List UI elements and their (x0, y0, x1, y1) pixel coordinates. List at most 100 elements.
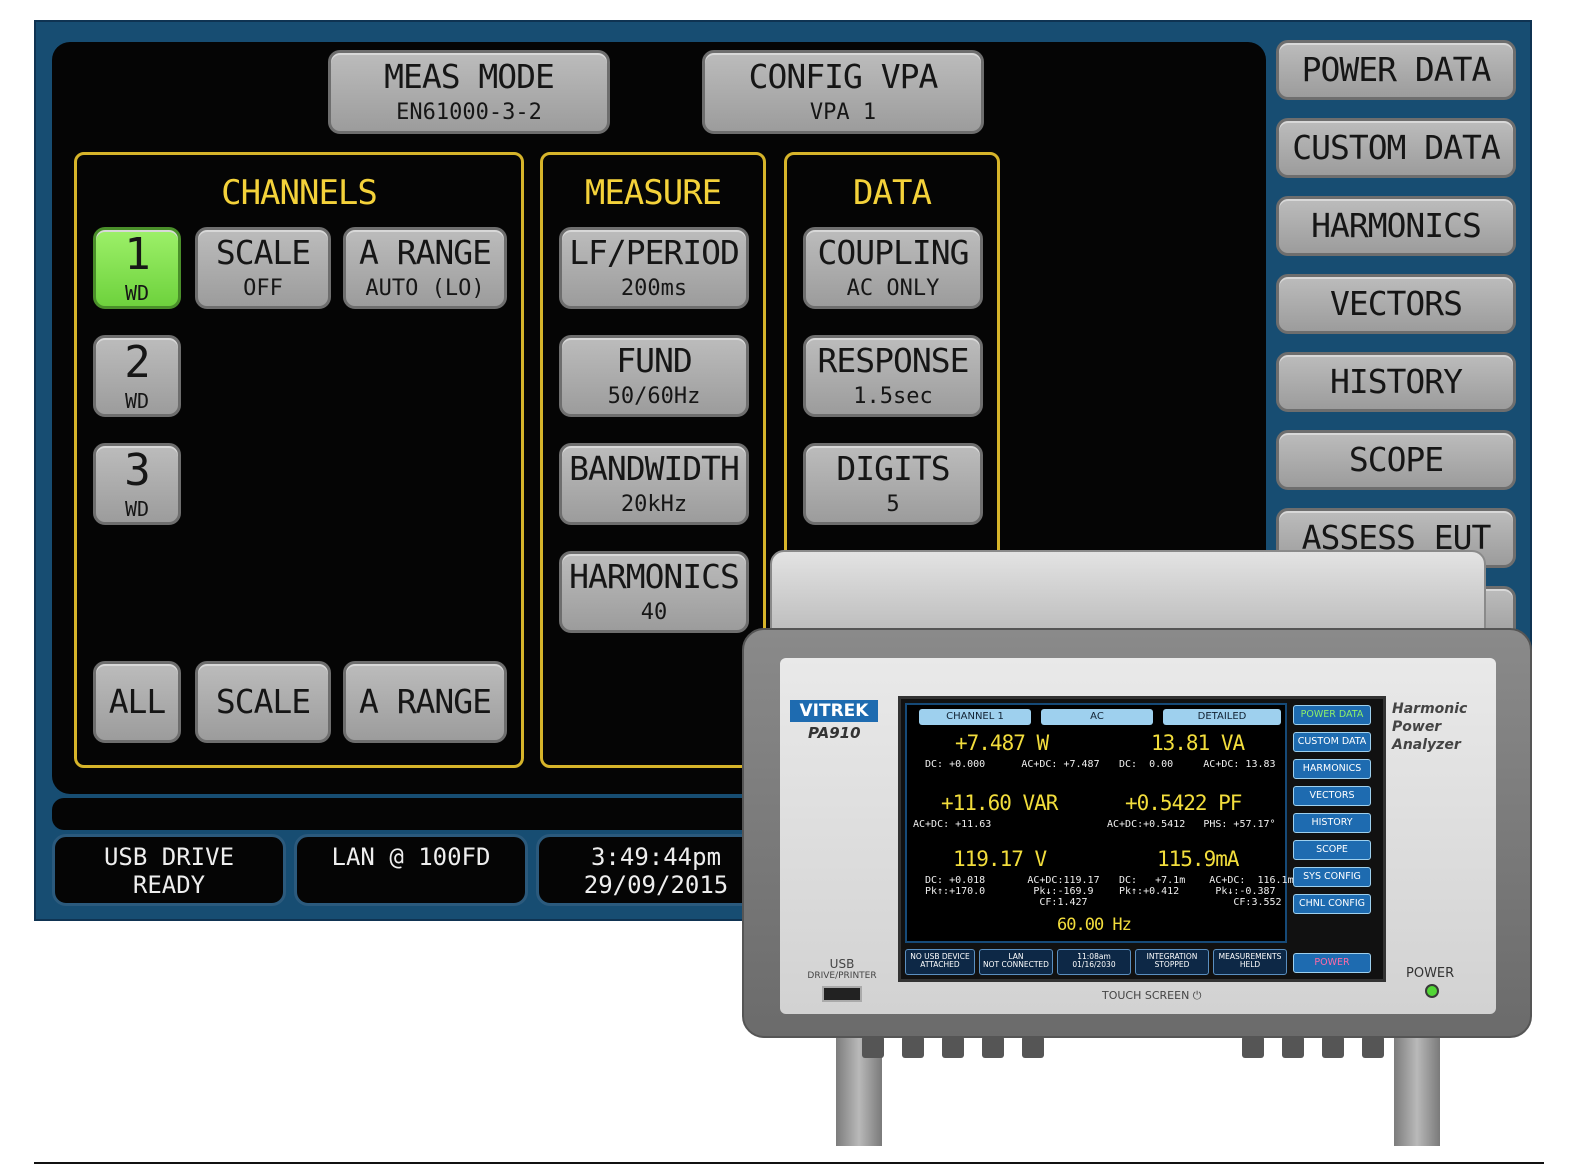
digits-label: DIGITS (836, 449, 950, 489)
a-range-button[interactable]: A RANGE AUTO (LO) (343, 227, 507, 309)
mini-side-power[interactable]: POWER (1293, 953, 1371, 973)
mini-status-clock-2: 01/16/2030 (1072, 960, 1116, 969)
digits-button[interactable]: DIGITS 5 (803, 443, 983, 525)
usb-label-line2: DRIVE/PRINTER (807, 971, 877, 981)
config-vpa-button[interactable]: CONFIG VPA VPA 1 (702, 50, 984, 134)
mini-status-integration: INTEGRATION STOPPED (1135, 949, 1209, 975)
all-channels-button[interactable]: ALL (93, 661, 181, 743)
fund-button[interactable]: FUND 50/60Hz (559, 335, 749, 417)
side-history-button[interactable]: HISTORY (1276, 352, 1516, 412)
volts-value: 119.17 V (953, 847, 1047, 871)
touch-screen-label: TOUCH SCREEN ⏻ (1102, 989, 1202, 1002)
device-vent (1282, 1036, 1304, 1058)
mini-side-history[interactable]: HISTORY (1293, 813, 1371, 833)
side-scope-button[interactable]: SCOPE (1276, 430, 1516, 490)
channel-1-button[interactable]: 1 WD (93, 227, 181, 309)
side-harmonics-label: HARMONICS (1311, 205, 1482, 245)
bandwidth-button[interactable]: BANDWIDTH 20kHz (559, 443, 749, 525)
usb-status-line2: READY (132, 871, 206, 899)
device-display: CHANNEL 1 AC DETAILED +7.487 W DC: +0.00… (898, 696, 1386, 982)
mini-status-lan-2: NOT CONNECTED (983, 960, 1049, 969)
scale-all-label: SCALE (215, 681, 311, 721)
mini-status-measurements: MEASUREMENTS HELD (1213, 949, 1287, 975)
measure-panel: MEASURE LF/PERIOD 200ms FUND 50/60Hz BAN… (540, 152, 766, 768)
mini-status-measurements-2: HELD (1239, 960, 1261, 969)
mini-status-clock: 11:08am 01/16/2030 (1057, 949, 1131, 975)
usb-port-label: USB DRIVE/PRINTER (802, 958, 882, 982)
device-vent (1362, 1036, 1384, 1058)
device-vent (982, 1036, 1004, 1058)
meas-mode-button[interactable]: MEAS MODE EN61000-3-2 (328, 50, 610, 134)
device-vent (862, 1036, 884, 1058)
side-scope-label: SCOPE (1348, 439, 1444, 479)
clock-status: 3:49:44pm 29/09/2015 (536, 834, 776, 906)
mini-side-vectors[interactable]: VECTORS (1293, 786, 1371, 806)
watts-detail: DC: +0.000 AC+DC: +7.487 (925, 759, 1100, 770)
response-value: 1.5sec (853, 383, 933, 409)
side-history-label: HISTORY (1329, 361, 1463, 401)
lf-period-label: LF/PERIOD (569, 233, 740, 273)
bandwidth-value: 20kHz (620, 491, 688, 517)
measure-title: MEASURE (584, 173, 722, 213)
channel-3-number: 3 (124, 445, 150, 497)
digits-value: 5 (886, 491, 900, 517)
harmonics-setting-button[interactable]: HARMONICS 40 (559, 551, 749, 633)
bottom-divider (34, 1162, 1544, 1164)
pf-value: +0.5422 PF (1125, 791, 1242, 815)
config-vpa-value: VPA 1 (809, 99, 877, 125)
usb-status: USB DRIVE READY (52, 834, 286, 906)
watts-value: +7.487 W (955, 731, 1049, 755)
scale-all-button[interactable]: SCALE (195, 661, 331, 743)
mini-status-usb-2: ATTACHED (920, 960, 960, 969)
mini-side-chnl-config[interactable]: CHNL CONFIG (1293, 894, 1371, 914)
scale-value: OFF (243, 275, 283, 301)
tagline-line2: Power (1392, 719, 1442, 735)
va-detail: DC: 0.00 AC+DC: 13.83 (1119, 759, 1276, 770)
device-vent (902, 1036, 924, 1058)
a-range-value: AUTO (LO) (365, 275, 485, 301)
mini-side-harmonics[interactable]: HARMONICS (1293, 759, 1371, 779)
mini-status-usb: NO USB DEVICE ATTACHED (905, 949, 975, 975)
channel-2-button[interactable]: 2 WD (93, 335, 181, 417)
product-tagline: Harmonic Power Analyzer (1392, 700, 1492, 754)
mini-side-sys-config[interactable]: SYS CONFIG (1293, 867, 1371, 887)
power-label: POWER (1406, 966, 1455, 981)
tagline-line1: Harmonic (1392, 701, 1468, 717)
mini-side-custom-data[interactable]: CUSTOM DATA (1293, 732, 1371, 752)
tab-ac[interactable]: AC (1041, 709, 1153, 725)
side-vectors-label: VECTORS (1329, 283, 1463, 323)
side-harmonics-button[interactable]: HARMONICS (1276, 196, 1516, 256)
power-led-icon[interactable] (1425, 984, 1439, 998)
va-value: 13.81 VA (1151, 731, 1245, 755)
tab-detailed[interactable]: DETAILED (1163, 709, 1281, 725)
a-range-all-label: A RANGE (358, 681, 492, 721)
harmonics-setting-label: HARMONICS (569, 557, 740, 597)
lan-status: LAN @ 100FD (294, 834, 528, 906)
var-value: +11.60 VAR (941, 791, 1058, 815)
usb-status-line1: USB DRIVE (103, 843, 235, 871)
amps-detail: DC: +7.1m AC+DC: 116.1m Pk↑:+0.412 Pk↓:-… (1119, 875, 1294, 908)
fund-value: 50/60Hz (607, 383, 701, 409)
tagline-line3: Analyzer (1392, 737, 1461, 753)
device-display-main: CHANNEL 1 AC DETAILED +7.487 W DC: +0.00… (905, 703, 1294, 943)
device-vent (1242, 1036, 1264, 1058)
mini-side-power-data[interactable]: POWER DATA (1293, 705, 1371, 725)
tab-channel-1[interactable]: CHANNEL 1 (919, 709, 1031, 725)
a-range-all-button[interactable]: A RANGE (343, 661, 507, 743)
side-vectors-button[interactable]: VECTORS (1276, 274, 1516, 334)
amps-value: 115.9mA (1157, 847, 1240, 871)
clock-time: 3:49:44pm (590, 843, 722, 871)
side-power-data-button[interactable]: POWER DATA (1276, 40, 1516, 100)
scale-button[interactable]: SCALE OFF (195, 227, 331, 309)
side-custom-data-button[interactable]: CUSTOM DATA (1276, 118, 1516, 178)
channel-1-number: 1 (124, 229, 150, 281)
vitrek-logo: VITREK (790, 700, 878, 722)
channel-3-button[interactable]: 3 WD (93, 443, 181, 525)
response-button[interactable]: RESPONSE 1.5sec (803, 335, 983, 417)
usb-port[interactable] (822, 986, 862, 1002)
mini-status-lan: LAN NOT CONNECTED (979, 949, 1053, 975)
coupling-button[interactable]: COUPLING AC ONLY (803, 227, 983, 309)
pa910-device-photo: VITREK PA910 Harmonic Power Analyzer USB… (742, 550, 1532, 1146)
lf-period-button[interactable]: LF/PERIOD 200ms (559, 227, 749, 309)
mini-side-scope[interactable]: SCOPE (1293, 840, 1371, 860)
